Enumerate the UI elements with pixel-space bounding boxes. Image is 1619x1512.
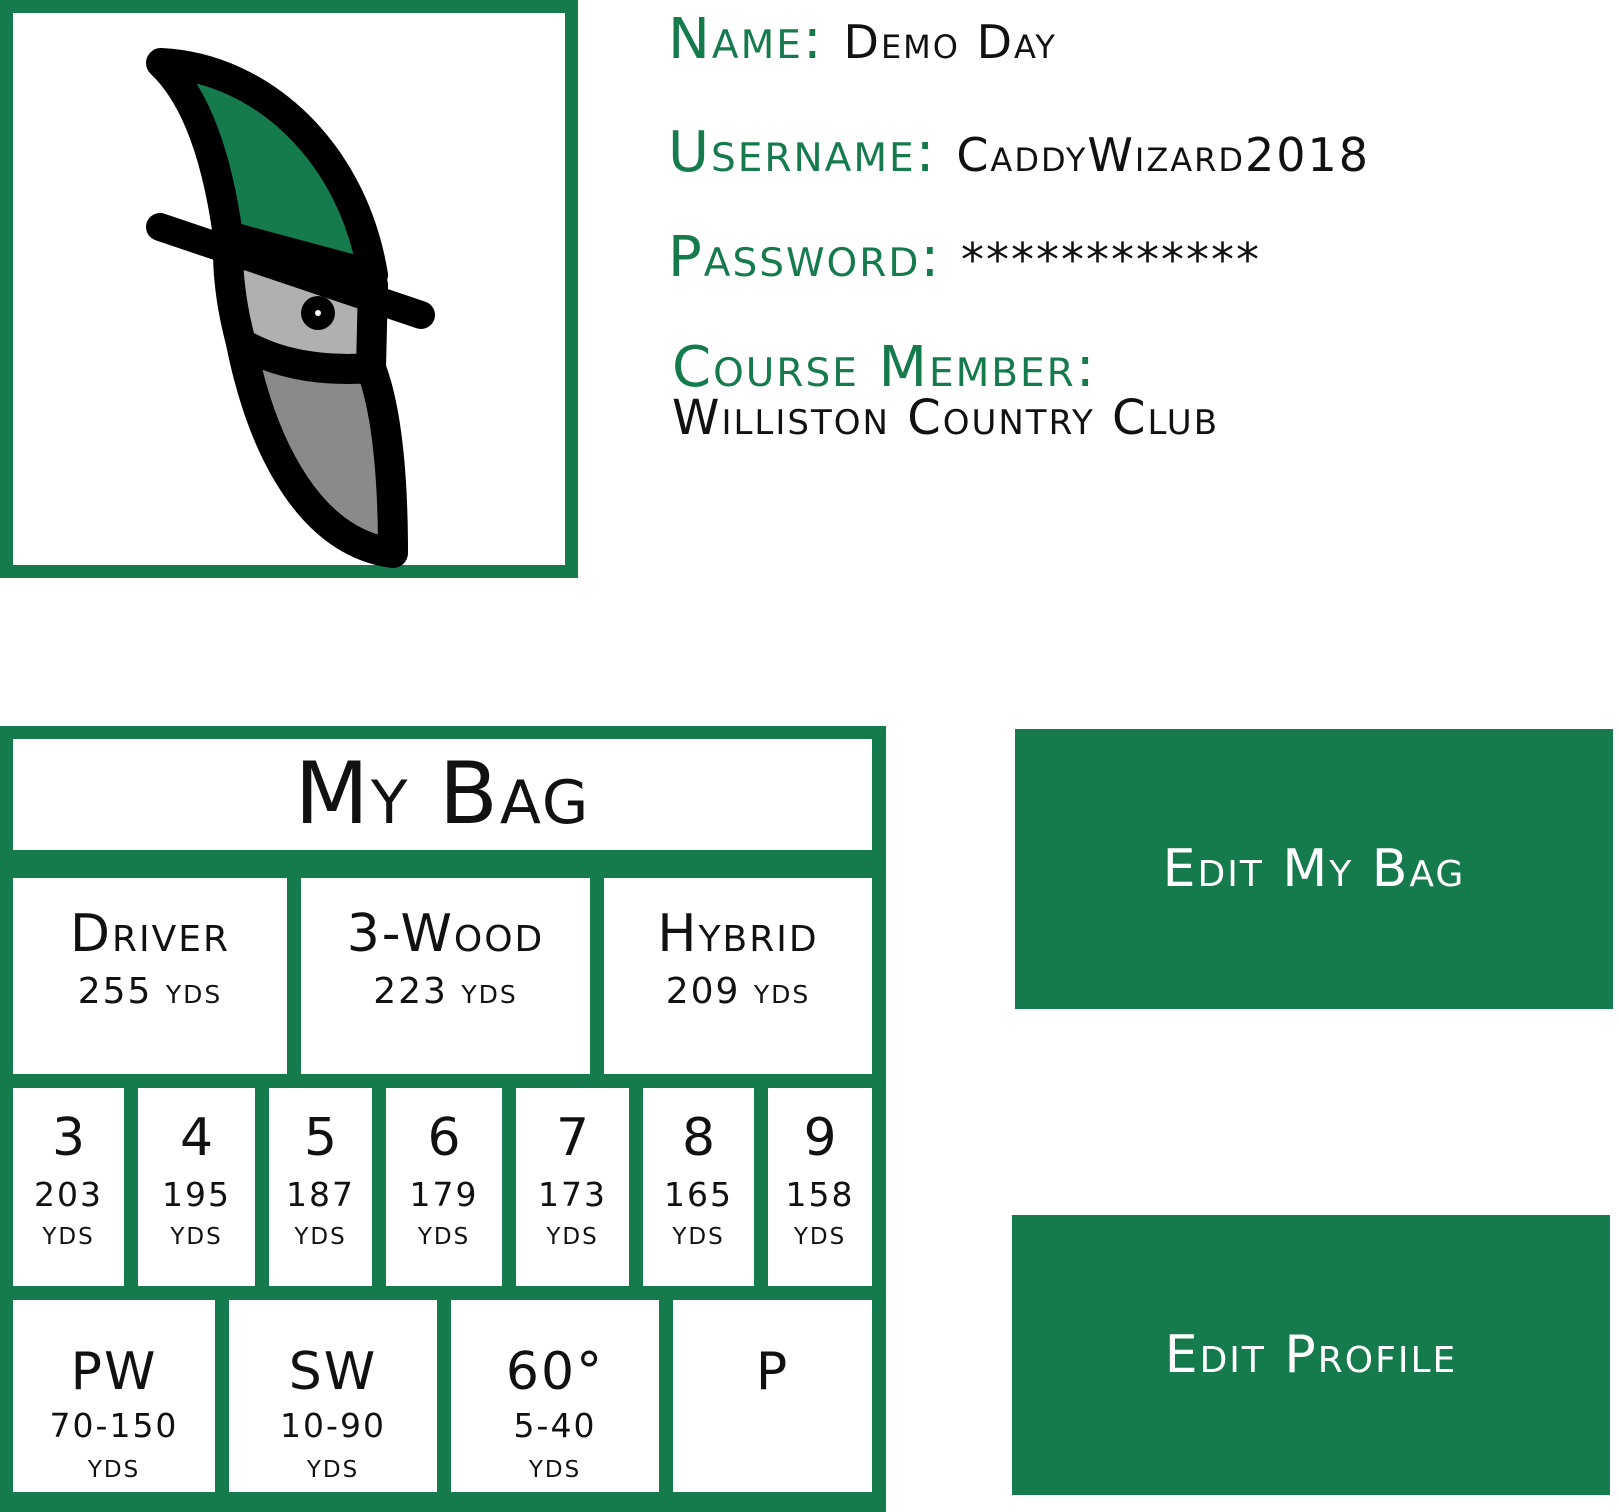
club-cell-4-iron: 4 195 yds [138,1088,255,1286]
club-name: 3 [51,1108,86,1168]
club-cell-60-degree: 60° 5-40 yds [451,1300,659,1492]
club-cell-7-iron: 7 173 yds [516,1088,629,1286]
club-name: P [755,1342,790,1402]
club-cell-putter: P [673,1300,872,1492]
club-cell-9-iron: 9 158 yds [768,1088,872,1286]
club-distance: 10-90 [280,1406,386,1445]
club-name: 60° [505,1342,605,1402]
club-cell-pw: PW 70-150 yds [13,1300,215,1492]
club-distance: 203 [34,1175,103,1214]
name-label: Name: [668,7,824,72]
bag-title: My Bag [13,739,872,850]
bag-panel: My Bag Driver 255 yds 3-Wood 223 yds Hyb… [0,726,886,1512]
edit-profile-button[interactable]: Edit Profile [1012,1215,1610,1495]
password-label: Password: [668,225,942,290]
club-cell-sw: SW 10-90 yds [229,1300,437,1492]
password-value: ************ [961,233,1262,287]
club-distance: 173 [538,1175,607,1214]
club-distance: 255 yds [77,971,223,1012]
profile-username-row: Username: CaddyWizard2018 [668,125,1370,181]
club-distance: 187 [286,1175,355,1214]
club-unit: yds [306,1445,360,1485]
club-distance: 165 [664,1175,733,1214]
club-unit: yds [417,1212,471,1252]
club-cell-5-iron: 5 187 yds [269,1088,372,1286]
club-distance: 209 yds [665,971,811,1012]
club-name: SW [288,1342,378,1402]
club-distance: 5-40 [513,1406,597,1445]
club-unit: yds [87,1445,141,1485]
club-name: Hybrid [657,904,819,964]
club-name: PW [70,1342,158,1402]
club-unit: yds [42,1212,95,1252]
club-unit: yds [546,1212,599,1252]
course-value: Williston Country Club [672,390,1220,446]
club-name: 3-Wood [346,904,545,964]
username-label: Username: [668,120,937,185]
club-distance: 195 [162,1175,231,1214]
wizard-logo-icon [146,48,435,568]
club-name: 8 [681,1108,716,1168]
club-cell-3-iron: 3 203 yds [13,1088,124,1286]
profile-avatar [0,0,578,578]
club-unit: yds [672,1212,725,1252]
club-distance: 223 yds [373,971,518,1012]
club-unit: yds [170,1212,223,1252]
club-name: 6 [427,1108,461,1168]
club-name: 7 [555,1108,590,1168]
club-name: 9 [803,1108,837,1168]
course-member-row: Course Member: [672,340,1097,396]
club-cell-driver: Driver 255 yds [13,878,287,1074]
club-unit: yds [294,1212,347,1252]
profile-password-row: Password: ************ [668,230,1261,286]
name-value: Demo Day [843,15,1057,69]
club-cell-8-iron: 8 165 yds [643,1088,754,1286]
club-unit: yds [528,1445,582,1485]
club-cell-3-wood: 3-Wood 223 yds [301,878,590,1074]
club-name: 5 [303,1108,338,1168]
club-name: 4 [179,1108,214,1168]
club-unit: yds [793,1212,847,1252]
club-distance: 158 [785,1175,855,1214]
club-distance: 70-150 [49,1406,179,1445]
edit-my-bag-button[interactable]: Edit My Bag [1015,729,1613,1009]
profile-name-row: Name: Demo Day [668,12,1057,68]
club-cell-6-iron: 6 179 yds [386,1088,502,1286]
club-distance: 179 [409,1175,479,1214]
club-name: Driver [69,904,231,964]
club-cell-hybrid: Hybrid 209 yds [604,878,872,1074]
username-value: CaddyWizard2018 [956,128,1371,182]
